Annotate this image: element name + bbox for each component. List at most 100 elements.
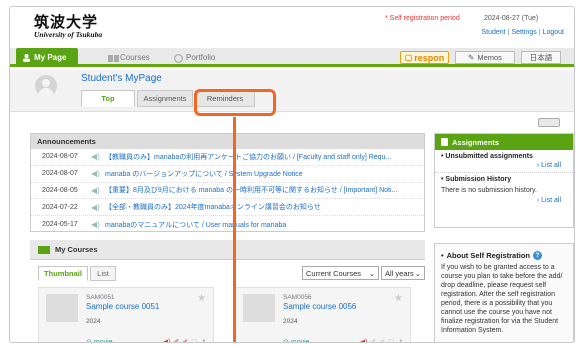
course-card[interactable]: SAM0051 Sample course 0051 2024 ★ ⊙ movie…	[38, 287, 214, 343]
tab-portfolio[interactable]: Portfolio	[168, 48, 221, 67]
course-status-icons: ◀) ✐ ✔ ▢ ♟	[360, 338, 404, 342]
course-name[interactable]: Sample course 0051	[86, 302, 159, 311]
speaker-icon: ◀)	[91, 202, 100, 212]
my-courses-panel: My Courses Thumbnail List Current Course…	[30, 240, 425, 343]
list-all-label: List all	[541, 162, 561, 169]
course-year: 2024	[86, 318, 101, 325]
respon-icon: ▢	[404, 53, 413, 62]
manaba-window: 筑波大学 University of Tsukuba * Self regist…	[9, 6, 575, 343]
self-registration-title: About Self Registration	[446, 251, 530, 260]
settings-link[interactable]: Settings	[511, 29, 536, 36]
tab-label: Courses	[120, 53, 150, 62]
announcement-date: 2024-08-07	[42, 153, 78, 161]
course-name[interactable]: Sample course 0056	[283, 302, 356, 311]
course-filter-value: Current Courses	[306, 268, 362, 278]
quiz-icon[interactable]: ✔	[379, 338, 385, 342]
movie-link[interactable]: ⊙ movie	[86, 338, 113, 343]
mypage-header: Student's MyPage Top Assignments Reminde…	[10, 70, 574, 112]
report-icon[interactable]: ✐	[370, 338, 376, 342]
course-thumbnail	[46, 294, 78, 322]
thread-icon[interactable]: ▢	[191, 338, 198, 342]
people-icon[interactable]: ♟	[398, 338, 404, 342]
list-item[interactable]: 2024-07-22 ◀) 【全部・教職員のみ】2024年度manabaオンライ…	[31, 199, 424, 217]
list-item[interactable]: 2024-08-07 ◀) 【教職員のみ】manabaの利用再アンケートご協力の…	[31, 149, 424, 166]
tab-thumbnail[interactable]: Thumbnail	[38, 266, 88, 281]
assignments-title: Assignments	[452, 137, 500, 147]
speaker-icon: ◀)	[91, 185, 100, 195]
assignment-icon	[441, 138, 448, 146]
respon-button[interactable]: ▢ respon	[400, 51, 449, 64]
speaker-icon: ◀)	[91, 169, 100, 179]
unsubmitted-heading: • Unsubmitted assignments	[441, 153, 533, 160]
course-status-icons: ◀) ✐ ✔ ▢ ♟	[163, 338, 207, 342]
announcement-link[interactable]: 【重要】8月及び9月における manaba の一時利用不可等に関するお知らせ /…	[105, 185, 424, 195]
announcement-icon[interactable]: ◀)	[360, 338, 368, 342]
list-all-link[interactable]: › List all	[435, 195, 573, 207]
report-icon[interactable]: ✐	[173, 338, 179, 342]
play-icon: ⊙	[86, 339, 92, 343]
people-icon[interactable]: ♟	[201, 338, 207, 342]
history-heading: • Submission History	[441, 176, 512, 183]
person-icon	[22, 53, 31, 62]
university-logo-en: University of Tsukuba	[34, 30, 103, 39]
course-year: 2024	[283, 318, 298, 325]
tab-list[interactable]: List	[90, 266, 116, 281]
chevron-down-icon: ⌄	[414, 268, 421, 278]
year-select[interactable]: All years ⌄	[381, 266, 425, 280]
respon-label: respon	[414, 52, 445, 63]
student-link[interactable]: Student	[481, 29, 505, 36]
list-item[interactable]: 2024-05-17 ◀) manabaのマニュアルについて / User ma…	[31, 216, 424, 233]
help-icon[interactable]: ?	[532, 251, 542, 260]
memo-icon: ✎	[468, 53, 475, 62]
my-courses-header: My Courses	[30, 240, 425, 260]
quiz-icon[interactable]: ✔	[182, 338, 188, 342]
announcement-link[interactable]: 【全部・教職員のみ】2024年度manabaオンライン講習会のお知らせ	[105, 202, 424, 212]
portfolio-icon	[174, 53, 183, 63]
tab-top[interactable]: Top	[81, 90, 135, 107]
announcement-link[interactable]: 【教職員のみ】manabaの利用再アンケートご協力のお願い / [Faculty…	[105, 152, 424, 162]
tab-label: My Page	[34, 53, 67, 62]
university-logo[interactable]: 筑波大学	[34, 11, 98, 32]
thread-icon[interactable]: ▢	[388, 338, 395, 342]
main-nav: My Page Courses Portfolio ▢ respon ✎ Memos…	[10, 48, 574, 67]
courses-icon	[108, 54, 119, 62]
language-button[interactable]: 日本語	[521, 51, 561, 64]
self-registration-notice[interactable]: * Self registration period	[385, 15, 460, 22]
current-date: 2024-08-27 (Tue)	[484, 15, 539, 22]
display-settings-icon[interactable]	[538, 118, 560, 127]
announcement-icon[interactable]: ◀)	[163, 338, 171, 342]
movie-label: movie	[93, 338, 113, 343]
year-value: All years	[385, 268, 414, 278]
callout-pointer-line	[233, 117, 236, 342]
movie-link[interactable]: ⊙ movie	[283, 338, 310, 343]
tab-courses[interactable]: Courses	[102, 48, 156, 67]
star-icon[interactable]: ★	[394, 293, 403, 304]
list-all-label: List all	[541, 197, 561, 204]
course-thumbnail	[243, 294, 275, 322]
my-courses-title: My Courses	[55, 245, 98, 254]
announcement-link[interactable]: manabaのマニュアルについて / User manuals for mana…	[105, 220, 424, 230]
unsubmitted-label: Unsubmitted assignments	[445, 153, 533, 160]
star-icon[interactable]: ★	[197, 293, 206, 304]
course-card[interactable]: SAM0056 Sample course 0056 2024 ★ ⊙ movie…	[235, 287, 411, 343]
announcement-date: 2024-08-05	[42, 186, 78, 194]
tab-label: Portfolio	[186, 53, 216, 62]
logout-link[interactable]: Logout	[543, 29, 564, 36]
reminders-highlight	[194, 89, 276, 116]
course-filter-select[interactable]: Current Courses ⌄	[302, 266, 379, 280]
announcement-date: 2024-08-07	[42, 170, 78, 178]
tab-my-page[interactable]: My Page	[16, 48, 78, 67]
self-registration-heading: • About Self Registration ?	[435, 244, 573, 260]
list-item[interactable]: 2024-08-07 ◀) manaba のバージョンアップについて / Sys…	[31, 166, 424, 183]
announcement-date: 2024-05-17	[42, 221, 78, 229]
chevron-down-icon: ⌄	[368, 268, 375, 278]
announcement-link[interactable]: manaba のバージョンアップについて / System Upgrade No…	[105, 169, 424, 179]
header-links: Student | Settings | Logout	[481, 29, 564, 36]
tab-assignments[interactable]: Assignments	[137, 90, 193, 107]
movie-label: movie	[290, 338, 310, 343]
memos-button[interactable]: ✎ Memos	[455, 51, 515, 64]
play-icon: ⊙	[283, 339, 289, 343]
history-label: Submission History	[445, 176, 512, 183]
list-all-link[interactable]: › List all	[435, 160, 573, 173]
list-item[interactable]: 2024-08-05 ◀) 【重要】8月及び9月における manaba の一時利…	[31, 183, 424, 200]
